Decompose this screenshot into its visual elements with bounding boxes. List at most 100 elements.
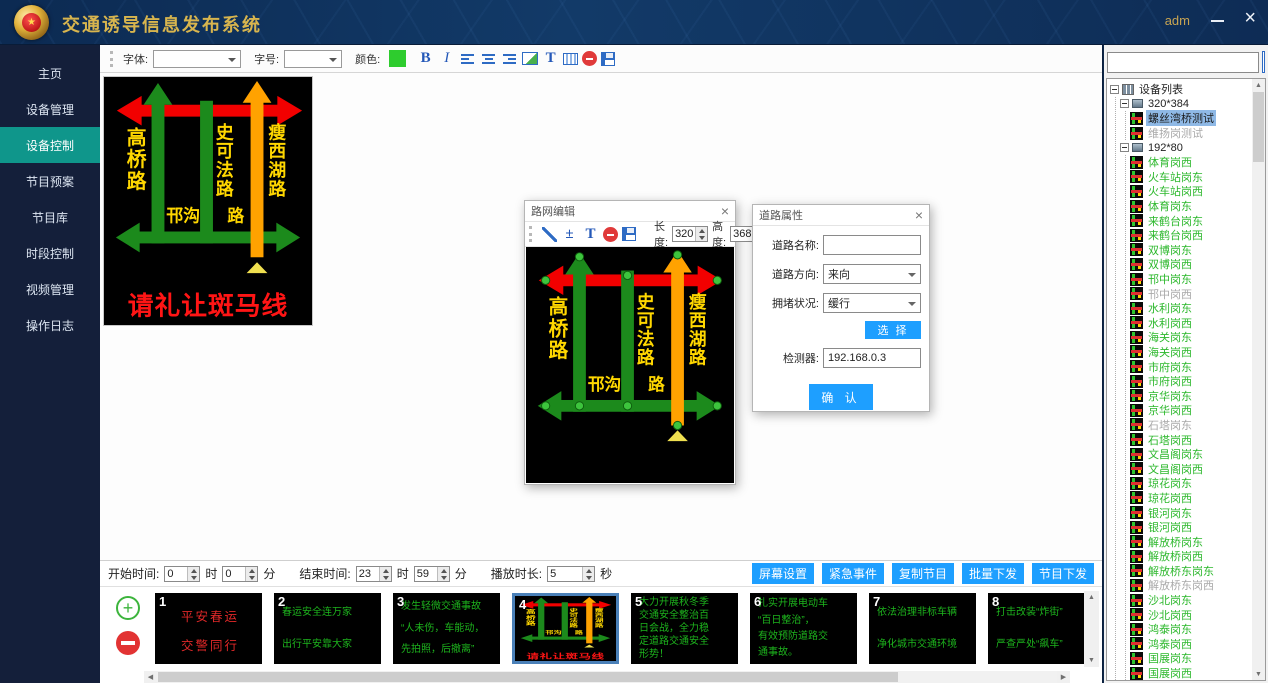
detector-input[interactable]: 192.168.0.3 (823, 348, 921, 368)
spin-up-icon[interactable] (188, 567, 199, 574)
duration-stepper[interactable]: 5 (547, 566, 595, 582)
tree-item-row[interactable]: 银河岗东 (1130, 505, 1265, 520)
action-button-4[interactable]: 节目下发 (1032, 563, 1094, 584)
tree-item-row[interactable]: 解放桥东岗东 (1130, 564, 1265, 579)
road-name-input[interactable] (823, 235, 921, 255)
scroll-up-icon[interactable]: ▲ (1084, 591, 1099, 604)
tree-item-row[interactable]: 来鹤台岗东 (1130, 213, 1265, 228)
tree-item-row[interactable]: 文昌阁岗东 (1130, 447, 1265, 462)
tree-item-row[interactable]: 市府岗东 (1130, 359, 1265, 374)
sidebar-item-2[interactable]: 设备控制 (0, 127, 100, 163)
tree-item-row[interactable]: 海关岗东 (1130, 330, 1265, 345)
scroll-right-icon[interactable]: ▶ (1057, 671, 1070, 683)
sidebar-item-7[interactable]: 操作日志 (0, 307, 100, 343)
design-canvas[interactable]: 高桥路史可法路瘦西湖路邗沟路请礼让斑马线 路网编辑 × ±T 长度: 320 (100, 73, 1102, 560)
congestion-select[interactable]: 缓行 (823, 293, 921, 313)
tree-item-row[interactable]: 解放桥东岗西 (1130, 578, 1265, 593)
spin-up-icon[interactable] (438, 567, 449, 574)
expander-icon[interactable] (1120, 143, 1129, 152)
tree-item-row[interactable]: 维扬岗测试 (1130, 126, 1265, 141)
spin-down-icon[interactable] (380, 574, 391, 581)
frame-thumbnail-5[interactable]: 5大力开展秋冬季交通安全整治百日会战，全力稳定道路交通安全形势！ (631, 593, 738, 664)
tree-item-row[interactable]: 邗中岗东 (1130, 272, 1265, 287)
action-button-3[interactable]: 批量下发 (962, 563, 1024, 584)
sign-preview[interactable]: 高桥路史可法路瘦西湖路邗沟路请礼让斑马线 (103, 76, 313, 326)
italic-icon[interactable]: I (438, 50, 455, 67)
editor-canvas[interactable]: 高桥路史可法路瘦西湖路邗沟路 (526, 247, 734, 483)
tree-item-row[interactable]: 琼花岗西 (1130, 491, 1265, 506)
line-icon[interactable] (542, 227, 557, 242)
node-icon[interactable]: ± (561, 226, 578, 243)
sidebar-item-0[interactable]: 主页 (0, 55, 100, 91)
bold-icon[interactable]: B (417, 50, 434, 67)
sidebar-item-3[interactable]: 节目预案 (0, 163, 100, 199)
tree-item-row[interactable]: 双博岗西 (1130, 257, 1265, 272)
text-icon[interactable]: T (542, 50, 559, 67)
close-icon[interactable]: × (721, 204, 729, 218)
dialog-titlebar[interactable]: 道路属性 × (753, 205, 929, 226)
spin-up-icon[interactable] (583, 567, 594, 574)
start-hour-stepper[interactable]: 0 (164, 566, 200, 582)
spin-up-icon[interactable] (696, 227, 707, 234)
tree-item-row[interactable]: 鸿泰岗东 (1130, 622, 1265, 637)
tree-item-row[interactable]: 国展岗西 (1130, 666, 1265, 681)
road-direction-select[interactable]: 来向 (823, 264, 921, 284)
tree-scrollbar[interactable]: ▲ ▼ (1252, 79, 1265, 680)
end-hour-stepper[interactable]: 23 (356, 566, 392, 582)
length-stepper[interactable]: 320 (672, 226, 708, 242)
frame-thumbnail-3[interactable]: 3发生轻微交通事故“人未伤，车能动，先拍照，后撤离” (393, 593, 500, 664)
spin-up-icon[interactable] (246, 567, 257, 574)
confirm-button[interactable]: 确 认 (809, 384, 873, 410)
tree-item-row[interactable]: 石塔岗西 (1130, 432, 1265, 447)
remove-frame-button[interactable] (116, 631, 140, 655)
close-icon[interactable]: × (915, 208, 923, 222)
tree-item-row[interactable]: 水利岗东 (1130, 301, 1265, 316)
minimize-icon[interactable] (1211, 20, 1224, 22)
dialog-titlebar[interactable]: 路网编辑 × (525, 201, 735, 222)
tree-grp-row[interactable]: 320*384 (1120, 97, 1265, 112)
tree-item-row[interactable]: 文昌阁岗西 (1130, 461, 1265, 476)
scroll-left-icon[interactable]: ◀ (144, 671, 157, 683)
frame-thumbnail-7[interactable]: 7依法治理非标车辆净化城市交通环境 (869, 593, 976, 664)
start-minute-stepper[interactable]: 0 (222, 566, 258, 582)
save-icon[interactable] (622, 227, 636, 241)
tree-item-row[interactable]: 来鹤台岗西 (1130, 228, 1265, 243)
toolbar-grip[interactable] (529, 226, 532, 242)
align-right-icon[interactable] (501, 50, 518, 67)
tree-item-row[interactable]: 沙北岗西 (1130, 607, 1265, 622)
spin-down-icon[interactable] (188, 574, 199, 581)
expander-icon[interactable] (1120, 99, 1129, 108)
spin-up-icon[interactable] (380, 567, 391, 574)
tree-grp-row[interactable]: 192*80 (1120, 140, 1265, 155)
screen-icon[interactable] (563, 53, 578, 65)
device-search-input[interactable] (1107, 52, 1259, 73)
sidebar-item-5[interactable]: 时段控制 (0, 235, 100, 271)
save-icon[interactable] (601, 52, 615, 66)
sidebar-item-6[interactable]: 视频管理 (0, 271, 100, 307)
image-icon[interactable] (522, 52, 538, 65)
delete-icon[interactable] (582, 51, 597, 66)
filmstrip-horizontal-scrollbar[interactable]: ◀ ▶ (144, 671, 1070, 683)
spin-down-icon[interactable] (583, 574, 594, 581)
tree-item-row[interactable]: 石塔岗东 (1130, 418, 1265, 433)
spin-down-icon[interactable] (438, 574, 449, 581)
tree-item-row[interactable]: 双博岗东 (1130, 243, 1265, 258)
align-center-icon[interactable] (480, 50, 497, 67)
tree-item-row[interactable]: 解放桥岗西 (1130, 549, 1265, 564)
spin-down-icon[interactable] (696, 234, 707, 241)
scroll-up-icon[interactable]: ▲ (1252, 79, 1265, 91)
tree-root-row[interactable]: 设备列表 (1110, 82, 1265, 97)
tree-item-row[interactable]: 银河岗西 (1130, 520, 1265, 535)
action-button-1[interactable]: 紧急事件 (822, 563, 884, 584)
frame-thumbnail-1[interactable]: 1平安春运交警同行 (155, 593, 262, 664)
tree-item-row[interactable]: 火车站岗东 (1130, 170, 1265, 185)
tree-item-row[interactable]: 市府岗西 (1130, 374, 1265, 389)
color-swatch[interactable] (389, 50, 406, 67)
scroll-down-icon[interactable]: ▼ (1252, 668, 1265, 680)
frame-thumbnail-2[interactable]: 2春运安全连万家出行平安靠大家 (274, 593, 381, 664)
tree-item-row[interactable]: 国展岗东 (1130, 651, 1265, 666)
tree-item-row[interactable]: 鸿泰岗西 (1130, 637, 1265, 652)
tree-item-row[interactable]: 体育岗东 (1130, 199, 1265, 214)
tree-item-row[interactable]: 京华岗东 (1130, 388, 1265, 403)
filmstrip-vertical-scrollbar[interactable]: ▲ ▼ (1084, 591, 1099, 667)
